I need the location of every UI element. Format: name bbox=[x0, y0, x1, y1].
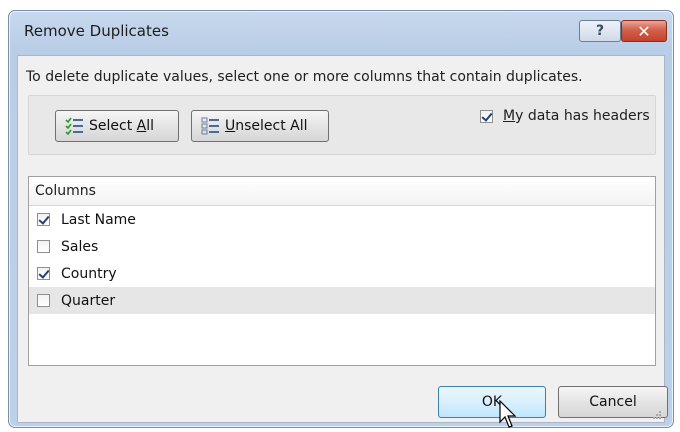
unselect-all-icon bbox=[201, 117, 219, 135]
select-all-label: Select All bbox=[89, 118, 154, 134]
column-checkbox[interactable] bbox=[37, 294, 50, 307]
close-button[interactable]: ✕ bbox=[621, 20, 667, 42]
list-item[interactable]: Last Name bbox=[29, 206, 655, 233]
title-bar[interactable]: Remove Duplicates ? ✕ bbox=[9, 11, 673, 53]
help-icon: ? bbox=[595, 23, 605, 39]
headers-checkbox-box[interactable] bbox=[480, 109, 493, 123]
select-all-button[interactable]: Select All bbox=[55, 110, 179, 142]
instruction-text: To delete duplicate values, select one o… bbox=[26, 69, 583, 85]
dialog-title: Remove Duplicates bbox=[24, 22, 169, 40]
headers-checkbox-label: My data has headers bbox=[503, 108, 650, 124]
column-label: Last Name bbox=[61, 211, 136, 228]
column-label: Sales bbox=[61, 238, 99, 255]
column-checkbox[interactable] bbox=[37, 240, 50, 253]
my-data-has-headers-checkbox[interactable]: My data has headers bbox=[480, 108, 650, 124]
unselect-all-label: Unselect All bbox=[225, 118, 308, 134]
selection-toolbar: Select All Unselect All My data has head… bbox=[28, 95, 656, 155]
mouse-cursor-icon bbox=[499, 400, 517, 428]
close-icon: ✕ bbox=[637, 21, 651, 41]
column-checkbox[interactable] bbox=[37, 213, 50, 226]
columns-listbox[interactable]: Columns Last Name Sales Country Quarter bbox=[28, 176, 656, 366]
dialog-body: To delete duplicate values, select one o… bbox=[17, 55, 668, 423]
column-label: Country bbox=[61, 265, 117, 282]
remove-duplicates-dialog: Remove Duplicates ? ✕ To delete duplicat… bbox=[8, 10, 674, 428]
column-label: Quarter bbox=[61, 292, 116, 309]
column-checkbox[interactable] bbox=[37, 267, 50, 280]
unselect-all-button[interactable]: Unselect All bbox=[191, 110, 329, 142]
list-item[interactable]: Sales bbox=[29, 233, 655, 260]
resize-grip-icon[interactable] bbox=[652, 410, 662, 420]
help-button[interactable]: ? bbox=[579, 20, 621, 42]
list-item[interactable]: Quarter bbox=[29, 287, 655, 314]
list-item[interactable]: Country bbox=[29, 260, 655, 287]
select-all-icon bbox=[65, 117, 83, 135]
columns-header: Columns bbox=[29, 177, 655, 206]
ok-button[interactable]: OK bbox=[438, 386, 546, 418]
